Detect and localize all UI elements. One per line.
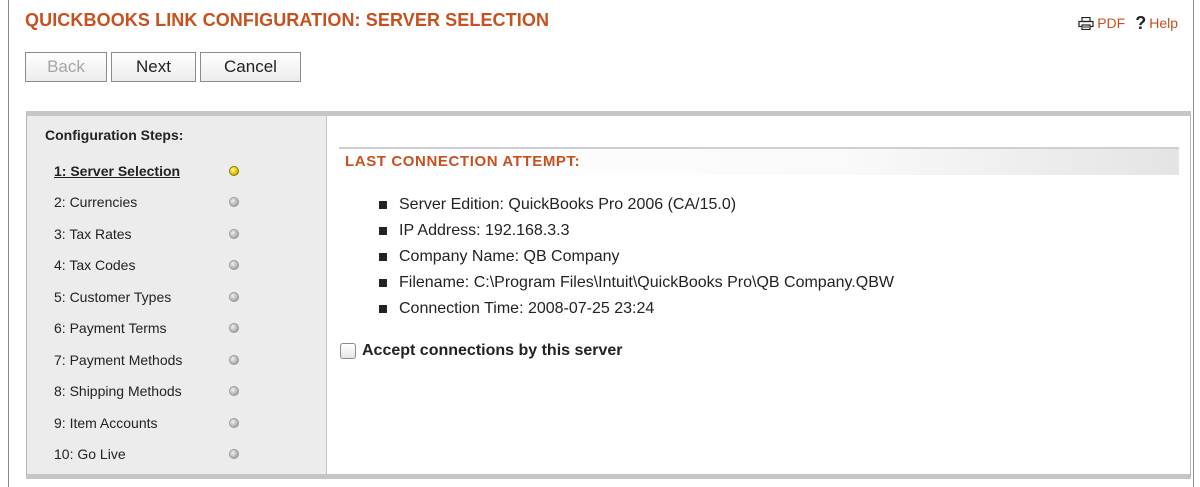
main-content: LAST CONNECTION ATTEMPT: Server Edition:…	[327, 116, 1190, 474]
step-payment-methods[interactable]: 7: Payment Methods	[54, 344, 254, 376]
connection-details-list: Server Edition: QuickBooks Pro 2006 (CA/…	[379, 192, 894, 322]
bullet-square-icon	[379, 201, 387, 209]
status-dot-icon	[229, 228, 239, 239]
status-dot-icon	[229, 260, 239, 271]
page-title: QUICKBOOKS LINK CONFIGURATION: SERVER SE…	[25, 10, 550, 30]
status-dot-icon	[229, 197, 239, 208]
detail-text: IP Address: 192.168.3.3	[399, 222, 570, 239]
step-go-live[interactable]: 10: Go Live	[54, 439, 254, 471]
step-item-accounts[interactable]: 9: Item Accounts	[54, 407, 254, 439]
step-server-selection[interactable]: 1: Server Selection	[54, 155, 254, 187]
step-label: 10: Go Live	[54, 446, 126, 463]
steps-list: 1: Server Selection 2: Currencies 3: Tax…	[54, 155, 254, 470]
status-dot-icon	[229, 291, 239, 302]
step-customer-types[interactable]: 5: Customer Types	[54, 281, 254, 313]
top-links: PDF ? Help	[1078, 13, 1178, 33]
detail-server-edition: Server Edition: QuickBooks Pro 2006 (CA/…	[379, 192, 894, 218]
detail-connection-time: Connection Time: 2008-07-25 23:24	[379, 296, 894, 322]
status-dot-icon	[229, 449, 239, 460]
step-shipping-methods[interactable]: 8: Shipping Methods	[54, 376, 254, 408]
status-dot-icon	[229, 354, 239, 365]
back-button[interactable]: Back	[25, 52, 107, 82]
step-label: 4: Tax Codes	[54, 257, 136, 274]
configuration-panel: Configuration Steps: 1: Server Selection…	[26, 111, 1191, 479]
step-label: 5: Customer Types	[54, 288, 172, 305]
accept-connections-label: Accept connections by this server	[362, 342, 623, 359]
printer-icon	[1078, 16, 1094, 30]
help-link[interactable]: ? Help	[1135, 13, 1178, 33]
status-dot-icon	[229, 323, 239, 334]
status-dot-icon	[229, 386, 239, 397]
configuration-steps-sidebar: Configuration Steps: 1: Server Selection…	[27, 116, 327, 474]
bullet-square-icon	[379, 227, 387, 235]
sidebar-heading: Configuration Steps:	[45, 127, 184, 143]
step-label: 1: Server Selection	[54, 162, 181, 179]
bullet-square-icon	[379, 279, 387, 287]
wizard-toolbar: Back Next Cancel	[25, 52, 301, 82]
help-label: Help	[1149, 15, 1178, 31]
step-label: 8: Shipping Methods	[54, 383, 182, 400]
detail-text: Server Edition: QuickBooks Pro 2006 (CA/…	[399, 196, 737, 213]
accept-connections-option[interactable]: Accept connections by this server	[340, 342, 623, 360]
step-label: 9: Item Accounts	[54, 414, 158, 431]
step-tax-codes[interactable]: 4: Tax Codes	[54, 250, 254, 282]
section-heading: LAST CONNECTION ATTEMPT:	[339, 147, 1179, 175]
step-tax-rates[interactable]: 3: Tax Rates	[54, 218, 254, 250]
status-dot-icon	[229, 417, 239, 428]
step-payment-terms[interactable]: 6: Payment Terms	[54, 313, 254, 345]
detail-text: Connection Time: 2008-07-25 23:24	[399, 300, 655, 317]
pdf-label: PDF	[1097, 15, 1126, 31]
bullet-square-icon	[379, 305, 387, 313]
active-status-dot-icon	[229, 165, 239, 176]
next-button[interactable]: Next	[111, 52, 196, 82]
pdf-link[interactable]: PDF	[1078, 15, 1125, 31]
bullet-square-icon	[379, 253, 387, 261]
cancel-button[interactable]: Cancel	[200, 52, 301, 82]
step-label: 7: Payment Methods	[54, 351, 183, 368]
question-mark-icon: ?	[1135, 13, 1147, 33]
detail-company-name: Company Name: QB Company	[379, 244, 894, 270]
step-currencies[interactable]: 2: Currencies	[54, 187, 254, 219]
step-label: 6: Payment Terms	[54, 320, 167, 337]
page-frame: QUICKBOOKS LINK CONFIGURATION: SERVER SE…	[8, 0, 1194, 487]
detail-ip-address: IP Address: 192.168.3.3	[379, 218, 894, 244]
step-label: 3: Tax Rates	[54, 225, 132, 242]
step-label: 2: Currencies	[54, 194, 138, 211]
detail-text: Filename: C:\Program Files\Intuit\QuickB…	[399, 274, 894, 291]
detail-text: Company Name: QB Company	[399, 248, 620, 265]
accept-connections-checkbox[interactable]	[340, 343, 356, 359]
detail-filename: Filename: C:\Program Files\Intuit\QuickB…	[379, 270, 894, 296]
